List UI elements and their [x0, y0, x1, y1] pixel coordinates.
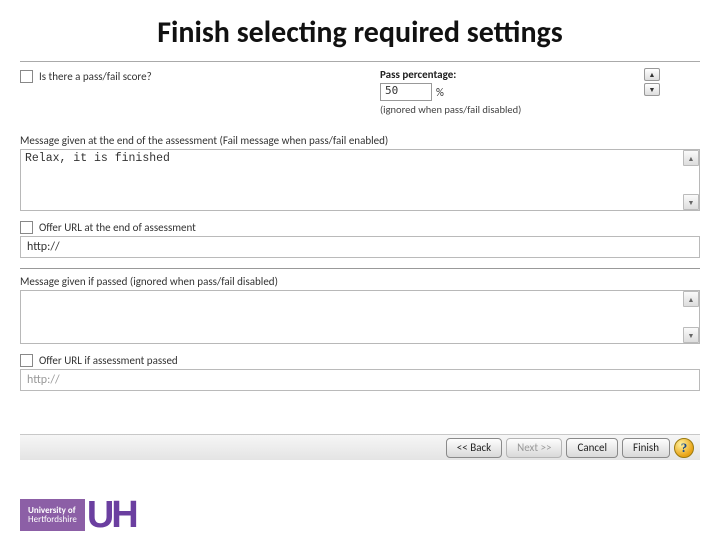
- url-pass-input[interactable]: http://: [20, 369, 700, 391]
- brand-line2: Hertfordshire: [28, 515, 77, 524]
- offer-url-end-label: Offer URL at the end of assessment: [39, 221, 196, 234]
- pass-message-label: Message given if passed (ignored when pa…: [20, 275, 700, 288]
- pass-percentage-group: Pass percentage: 50 % (ignored when pass…: [380, 68, 660, 116]
- pct-step-down[interactable]: ▼: [644, 83, 660, 96]
- offer-url-pass-checkbox[interactable]: [20, 354, 33, 367]
- back-button[interactable]: << Back: [446, 438, 502, 458]
- wizard-button-bar: << Back Next >> Cancel Finish ?: [20, 434, 700, 460]
- slide-title: Finish selecting required settings: [0, 0, 720, 61]
- brand-mark: UH: [87, 494, 136, 537]
- scroll-down-icon[interactable]: ▼: [683, 327, 699, 343]
- separator: [20, 268, 700, 269]
- pass-message-textarea[interactable]: ▲ ▼: [20, 290, 700, 344]
- settings-panel: Is there a pass/fail score? Pass percent…: [20, 61, 700, 461]
- end-message-label: Message given at the end of the assessme…: [20, 134, 700, 147]
- offer-url-pass-label: Offer URL if assessment passed: [39, 354, 178, 367]
- scroll-up-icon[interactable]: ▲: [683, 291, 699, 307]
- pct-input[interactable]: 50: [380, 83, 432, 101]
- pct-hint: (ignored when pass/fail disabled): [380, 103, 660, 116]
- url-end-input[interactable]: http://: [20, 236, 700, 258]
- pct-unit: %: [436, 86, 444, 99]
- passfail-row: Is there a pass/fail score? Pass percent…: [20, 70, 700, 128]
- cancel-button[interactable]: Cancel: [566, 438, 618, 458]
- pass-message-value[interactable]: [21, 291, 699, 343]
- end-message-textarea[interactable]: Relax, it is finished ▲ ▼: [20, 149, 700, 211]
- passfail-label: Is there a pass/fail score?: [39, 70, 152, 83]
- passfail-checkbox[interactable]: [20, 70, 33, 83]
- offer-url-end-checkbox[interactable]: [20, 221, 33, 234]
- finish-button[interactable]: Finish: [622, 438, 670, 458]
- brand-logo: University of Hertfordshire UH: [20, 490, 136, 540]
- pct-step-up[interactable]: ▲: [644, 68, 660, 81]
- help-button[interactable]: ?: [674, 438, 694, 458]
- pct-label: Pass percentage:: [380, 68, 660, 81]
- scroll-down-icon[interactable]: ▼: [683, 194, 699, 210]
- end-message-value[interactable]: Relax, it is finished: [21, 150, 699, 210]
- scroll-up-icon[interactable]: ▲: [683, 150, 699, 166]
- next-button: Next >>: [506, 438, 562, 458]
